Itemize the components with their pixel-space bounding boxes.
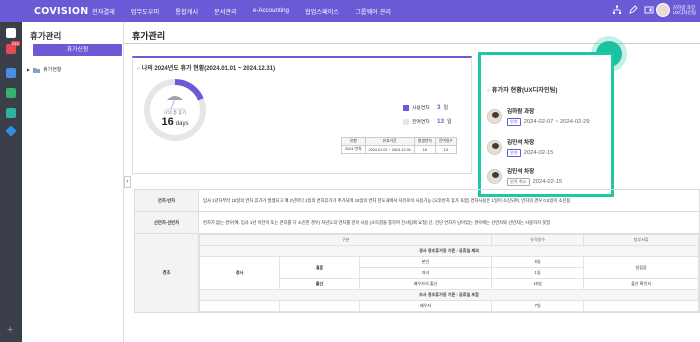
circle-icon: ○ <box>487 88 491 94</box>
leave-type-badge: 연차 취소 <box>507 178 530 186</box>
nav-item-collab-space[interactable]: 협업스페이스 <box>305 7 339 16</box>
user-profile[interactable]: 김하람 과장 UX디자인팀 <box>655 3 696 17</box>
bell-icon[interactable] <box>6 88 16 98</box>
logo[interactable]: COVISION <box>34 6 92 17</box>
caret-right-icon: ▶ <box>27 67 31 72</box>
app-rail: 245 + <box>0 22 22 342</box>
nav-item-e-accounting[interactable]: e-Accounting <box>253 7 289 16</box>
home-icon[interactable] <box>6 28 16 38</box>
used-value: 3 <box>437 104 441 111</box>
add-icon[interactable]: + <box>7 324 13 336</box>
top-bar: COVISION 전자결재 업무도우미 통합게시 문서관리 e-Accounti… <box>0 0 700 22</box>
calendar-icon[interactable] <box>6 68 16 78</box>
nav-item-approval[interactable]: 전자결재 <box>92 7 115 16</box>
apply-vacation-button[interactable]: 휴가신청 <box>33 44 122 56</box>
id-card-icon[interactable] <box>644 5 654 15</box>
nav-item-work-helper[interactable]: 업무도우미 <box>131 7 159 16</box>
mail-badge: 245 <box>11 41 20 46</box>
main-content: 휴가관리 ○ 나의 2024년도 휴가 현황(2024.01.01 ~ 2024… <box>124 22 700 342</box>
team-vacation-card: ○ 휴가자 현황(UX디자인팀) 김하람 과장 연차 2024-02-07 ~ … <box>478 52 614 197</box>
sidebar-item-vacation-status[interactable]: ▶ 휴가현황 <box>27 66 61 73</box>
vacation-policy-table: 연차-반차 입사 1년차부터 15일의 연차 휴가가 발생되고 매 2년마다 1… <box>134 189 700 313</box>
diamond-icon[interactable] <box>5 125 17 137</box>
row-label: 경조 <box>134 233 199 313</box>
org-chart-icon[interactable] <box>612 5 622 15</box>
leave-type-badge: 연차 <box>507 118 521 126</box>
vacationer-item[interactable]: 김민석 차장 연차 2024-02-15 <box>487 138 553 157</box>
remaining-legend: 잔여연차 13 일 <box>403 118 452 125</box>
vacation-summary-table: 유형 유효기간 발생연차 잔여일수 2024 연차 2024.01.01 ~ 2… <box>341 137 457 154</box>
remaining-value: 13 <box>437 118 445 125</box>
row-label: 선연차-선반차 <box>134 211 199 234</box>
collapse-sidebar-button[interactable]: ‹ <box>124 176 131 188</box>
avatar <box>487 109 502 124</box>
sidebar: 휴가관리 휴가신청 ▶ 휴가현황 <box>22 22 124 342</box>
my-vacation-card: ○ 나의 2024년도 휴가 현황(2024.01.01 ~ 2024.12.3… <box>132 56 472 174</box>
row-text: 연차가 없는 경우(예. 입사 1년 이전이 또는 연차를 다 소진한 경우) … <box>198 211 700 234</box>
avatar[interactable] <box>655 3 670 17</box>
pencil-icon[interactable] <box>628 5 638 15</box>
top-icons <box>612 5 654 15</box>
leave-type-badge: 연차 <box>507 149 521 157</box>
team-vacation-title: ○ 휴가자 현황(UX디자인팀) <box>487 87 558 94</box>
nav-item-board[interactable]: 통합게시 <box>175 7 198 16</box>
donut-value: 16 <box>161 116 174 128</box>
avatar <box>487 169 502 184</box>
nav-item-documents[interactable]: 문서관리 <box>214 7 237 16</box>
row-text: 입사 1년차부터 15일의 연차 휴가가 발생되고 매 2년마다 1일의 연차휴… <box>198 189 700 212</box>
row-label: 연차-반차 <box>134 189 199 212</box>
page-title: 휴가관리 <box>132 31 166 41</box>
user-dept: UX디자인팀 <box>672 10 696 15</box>
sidebar-title: 휴가관리 <box>30 31 62 41</box>
used-legend: 사용연차 3 일 <box>403 104 448 111</box>
donut-unit: days <box>175 121 189 127</box>
event-leave-table: 구분 유격일수 첨부서류 경사 경조휴가등 기준 : 공휴일 제외 경사 결혼 … <box>198 234 699 312</box>
folder-icon <box>33 67 41 73</box>
top-nav: 전자결재 업무도우미 통합게시 문서관리 e-Accounting 협업스페이스… <box>92 7 407 16</box>
sidebar-item-label: 휴가현황 <box>43 67 62 73</box>
circle-icon: ○ <box>137 66 141 72</box>
vacationer-item[interactable]: 김민석 차장 연차 취소 2024-02-15 <box>487 167 562 186</box>
my-vacation-title: ○ 나의 2024년도 휴가 현황(2024.01.01 ~ 2024.12.3… <box>137 66 276 72</box>
nav-item-admin[interactable]: 그룹웨어 관리 <box>355 7 391 16</box>
avatar <box>487 140 502 155</box>
vacationer-item[interactable]: 김하람 과장 연차 2024-02-07 ~ 2024-02-29 <box>487 107 590 126</box>
chat-icon[interactable] <box>6 108 16 118</box>
